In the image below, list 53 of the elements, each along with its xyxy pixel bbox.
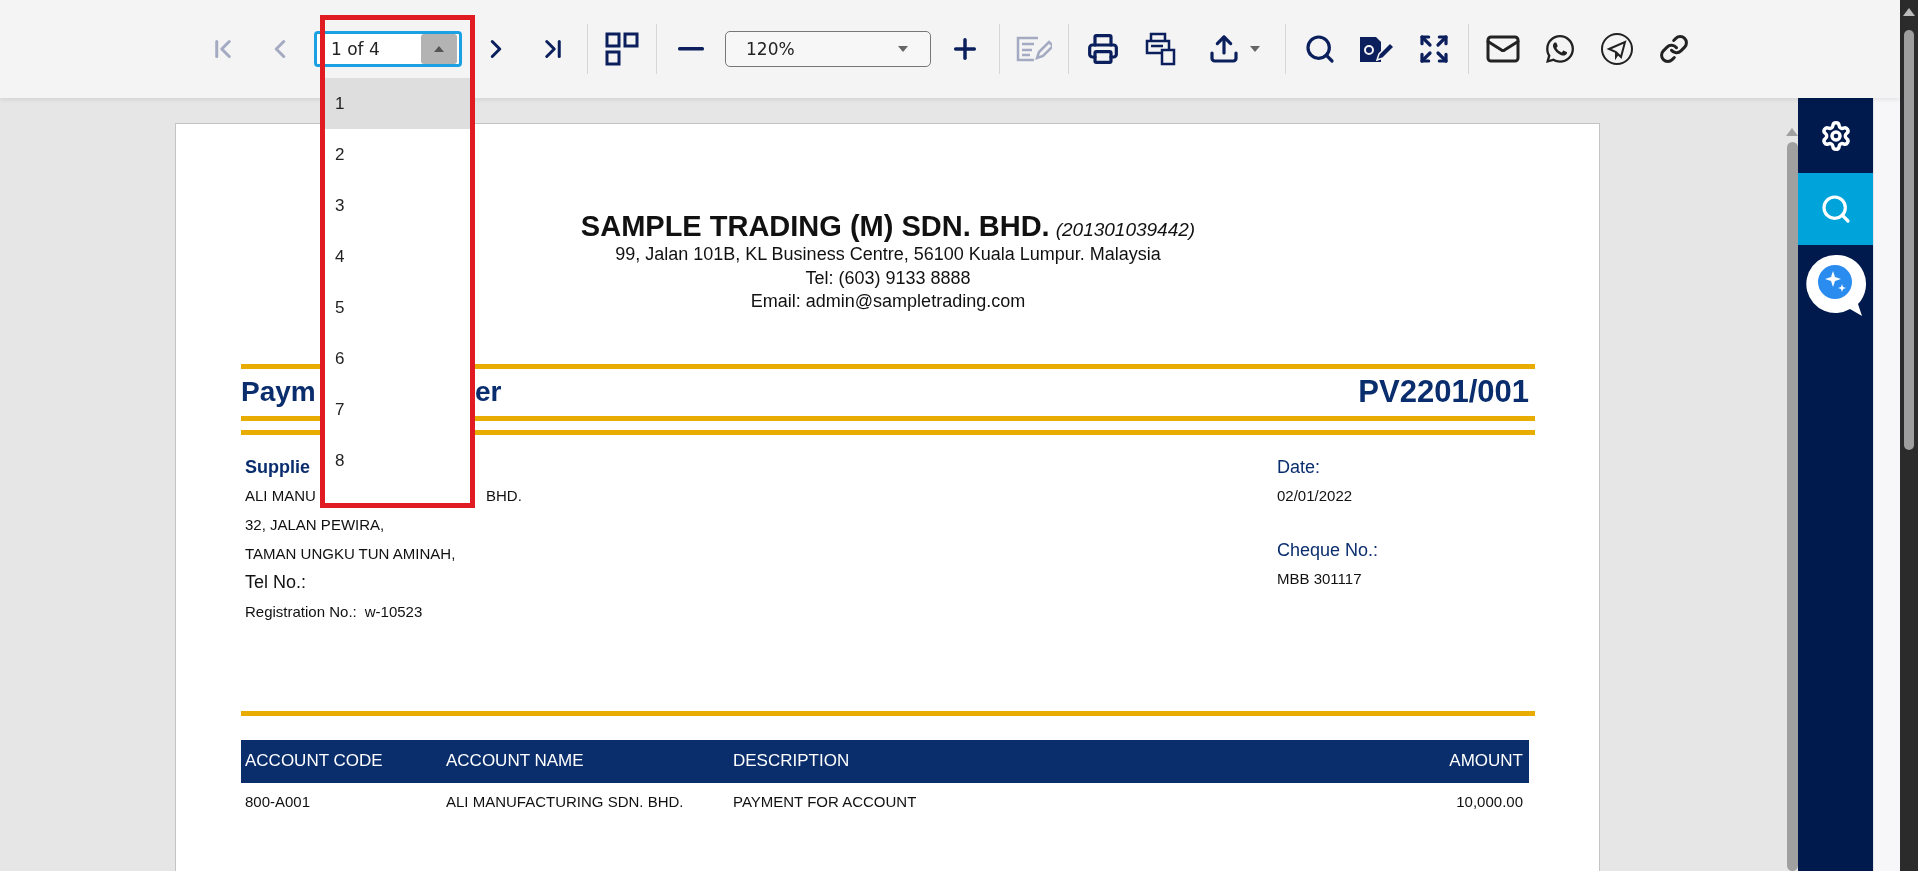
column-header: ACCOUNT NAME <box>446 751 585 771</box>
page-option[interactable]: 1 <box>325 78 470 129</box>
detail-value: 02/01/2022 <box>1277 485 1353 506</box>
spinner-button[interactable] <box>421 34 457 64</box>
scroll-up-icon[interactable] <box>1903 8 1915 16</box>
fullscreen-icon <box>1418 33 1450 65</box>
voucher-title: er <box>475 375 502 408</box>
supplier-name: ALI MANU <box>245 485 316 506</box>
paper-plane-icon <box>1600 32 1634 66</box>
search-icon <box>1819 193 1852 225</box>
column-header: ACCOUNT CODE <box>245 751 384 771</box>
supplier-name: BHD. <box>486 485 522 506</box>
scrollbar-thumb[interactable] <box>1904 30 1914 450</box>
tel-label: Tel No.: <box>245 570 307 594</box>
detail-label: Date: <box>1277 455 1322 479</box>
detail-label: Cheque No.: <box>1277 538 1379 562</box>
caret-icon <box>1250 46 1260 52</box>
caret-icon <box>898 46 908 52</box>
column-header: DESCRIPTION <box>733 751 851 771</box>
supplier-label: Supplie <box>245 455 310 479</box>
company-address-line: Tel: (603) 9133 8888 <box>805 266 971 290</box>
registration-label: Registration No.: <box>245 601 357 622</box>
company-address-line: 99, Jalan 101B, KL Business Centre, 56100 Kuala Lumpur. Malaysia <box>615 243 1161 266</box>
printer-icon <box>1144 32 1176 66</box>
chat-bubble-phone-icon <box>1544 33 1576 65</box>
document-sign-icon <box>1360 34 1394 64</box>
column-header: AMOUNT <box>1448 751 1523 771</box>
detail-value: MBB 301117 <box>1277 568 1363 589</box>
table-cell-text: PAYMENT FOR ACCOUNT <box>733 793 918 810</box>
search-icon <box>1304 33 1336 65</box>
minus-icon <box>678 47 704 51</box>
scrollbar-thumb[interactable] <box>1786 142 1798 871</box>
zoom-select[interactable]: 120% <box>725 31 931 67</box>
voucher-title: Paym <box>241 375 316 408</box>
edit-form-icon <box>1016 34 1052 64</box>
voucher-number: PV2201/001 <box>1358 373 1530 410</box>
table-cell-text: 10,000.00 <box>1455 793 1523 810</box>
printer-icon <box>1087 33 1119 65</box>
assistant-icon <box>1804 253 1867 319</box>
registration-value: w-10523 <box>364 601 423 622</box>
table-cell-text: 800-A001 <box>245 793 312 810</box>
supplier-address-line: TAMAN UNGKU TUN AMINAH, <box>245 543 456 564</box>
company-registration: (201301039442) <box>1055 219 1196 241</box>
table-cell-text: ALI MANUFACTURING SDN. BHD. <box>446 793 685 810</box>
page-number-field[interactable]: 1 of 4 <box>314 31 462 67</box>
supplier-address-line: 32, JALAN PEWIRA, <box>245 514 385 535</box>
caret-up-icon <box>434 46 444 52</box>
settings-icon <box>1819 119 1852 152</box>
upload-icon <box>1208 33 1240 65</box>
company-address-line: Email: admin@sampletrading.com <box>750 290 1026 313</box>
thumbnails-icon <box>605 32 639 66</box>
link-icon <box>1659 34 1689 64</box>
company-name: SAMPLE TRADING (M) SDN. BHD. <box>580 210 1050 243</box>
